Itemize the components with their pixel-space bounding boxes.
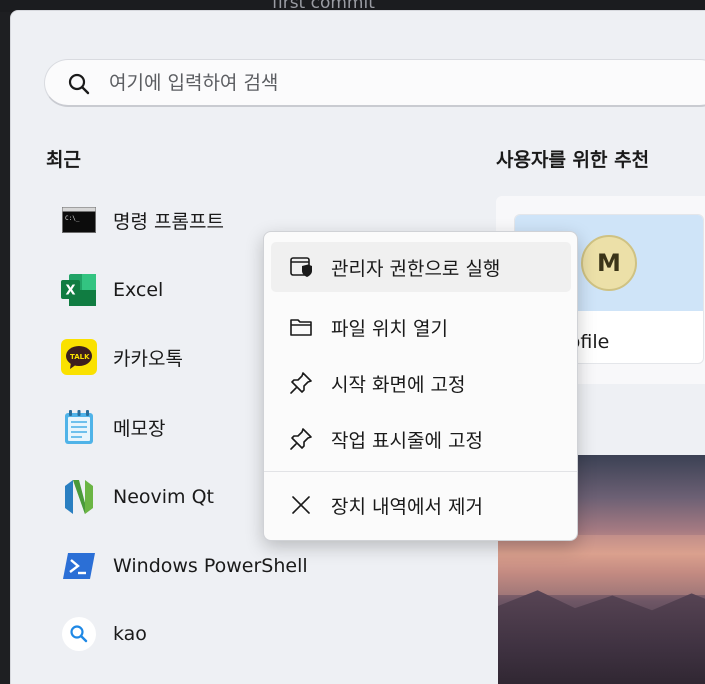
run-as-admin-menu-item[interactable]: 관리자 권한으로 실행 xyxy=(271,242,571,292)
pin-to-taskbar-menu-item[interactable]: 작업 표시줄에 고정 xyxy=(271,414,571,464)
recent-section-title: 최근 xyxy=(46,149,81,171)
pin-to-start-menu-item[interactable]: 시작 화면에 고정 xyxy=(271,358,571,408)
recent-item-label: 카카오톡 xyxy=(113,347,183,370)
recent-item-label: Excel xyxy=(113,279,164,301)
remove-from-history-menu-item[interactable]: 장치 내역에서 제거 xyxy=(271,480,571,530)
context-menu: 관리자 권한으로 실행 파일 위치 열기 시작 화면에 고정 작업 표시줄에 고… xyxy=(263,231,578,541)
context-menu-label: 관리자 권한으로 실행 xyxy=(331,257,501,280)
svg-text:C:\_: C:\_ xyxy=(65,215,80,222)
recommended-section-title: 사용자를 위한 추천 xyxy=(496,149,650,171)
pin-icon xyxy=(289,371,313,395)
context-menu-divider xyxy=(264,471,577,472)
open-file-location-menu-item[interactable]: 파일 위치 열기 xyxy=(271,302,571,352)
notepad-icon xyxy=(61,409,97,445)
search-result-icon xyxy=(61,616,97,652)
powershell-icon xyxy=(61,548,97,584)
recent-item-label: Windows PowerShell xyxy=(113,555,308,577)
pin-icon xyxy=(289,427,313,451)
folder-icon xyxy=(289,315,313,339)
svg-text:X: X xyxy=(66,284,76,299)
search-box[interactable] xyxy=(44,59,705,107)
avatar: M xyxy=(581,235,637,291)
recent-item-label: kao xyxy=(113,623,147,645)
recent-item-windows-powershell[interactable]: Windows PowerShell xyxy=(48,538,338,594)
context-menu-label: 작업 표시줄에 고정 xyxy=(331,429,483,452)
close-icon xyxy=(289,493,313,517)
context-menu-label: 파일 위치 열기 xyxy=(331,317,448,340)
search-input[interactable] xyxy=(109,68,669,98)
neovim-icon xyxy=(61,479,97,515)
context-menu-label: 장치 내역에서 제거 xyxy=(331,495,483,518)
command-prompt-icon: C:\_ xyxy=(61,202,97,238)
recent-item-label: Neovim Qt xyxy=(113,486,215,508)
svg-text:TALK: TALK xyxy=(70,353,90,361)
photo-haze xyxy=(498,535,705,595)
context-menu-label: 시작 화면에 고정 xyxy=(331,373,466,396)
recent-item-kao[interactable]: kao xyxy=(48,606,338,662)
excel-icon: X xyxy=(61,272,97,308)
kakaotalk-icon: TALK xyxy=(61,339,97,375)
search-icon xyxy=(67,72,91,96)
recent-item-label: 명령 프롬프트 xyxy=(113,210,224,233)
shield-icon xyxy=(289,255,313,279)
photo-mountains xyxy=(498,590,705,684)
recent-item-label: 메모장 xyxy=(113,417,166,440)
